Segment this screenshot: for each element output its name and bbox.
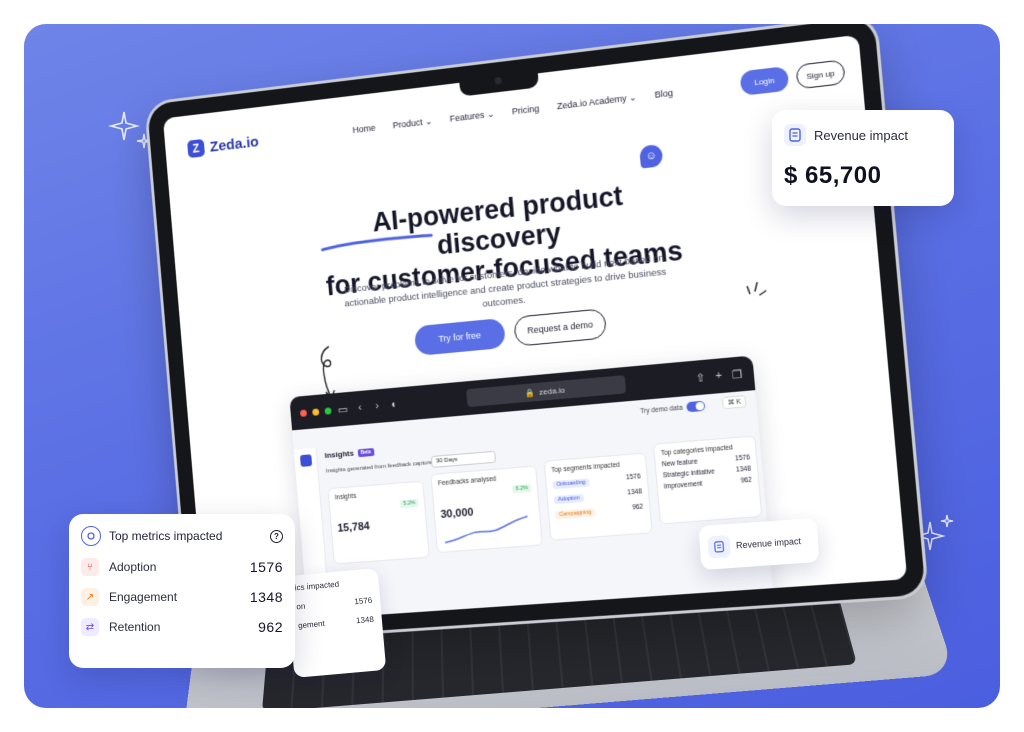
document-icon bbox=[784, 124, 806, 146]
insights-value: 15,784 bbox=[337, 520, 371, 535]
sidebar-toggle-icon[interactable]: ▭ bbox=[336, 402, 348, 416]
feedbacks-card[interactable]: Feedbacks analysed 6.2% 30,000 bbox=[430, 465, 543, 554]
metrics-title: Top metrics impacted bbox=[109, 529, 223, 543]
insights-card[interactable]: Insights 5.2% 15,784 bbox=[327, 480, 430, 565]
nav-item-home[interactable]: Home bbox=[352, 123, 376, 136]
url-text: zeda.io bbox=[538, 385, 566, 397]
tabs-icon[interactable]: ❐ bbox=[731, 367, 745, 381]
top-metrics-card: Top metrics impacted ? ⑂ Adoption 1576 ↗… bbox=[69, 514, 295, 668]
metrics-card-partial: ics impacted on 1576 gement 1348 bbox=[285, 568, 387, 678]
metric-row: ⑂ Adoption 1576 bbox=[81, 558, 283, 576]
partial-card-title: ics impacted bbox=[294, 579, 340, 593]
revenue-impact-card: Revenue impact $ 65,700 bbox=[772, 110, 954, 206]
share-icon[interactable]: ⇧ bbox=[694, 370, 707, 385]
address-bar[interactable]: 🔒 zeda.io bbox=[465, 375, 626, 408]
revenue-impact-mini-card: Revenue impact bbox=[698, 517, 820, 571]
try-free-button[interactable]: Try for free bbox=[413, 317, 506, 357]
metric-label: Retention bbox=[109, 620, 161, 634]
metrics-icon bbox=[81, 526, 101, 546]
repeat-icon: ⇄ bbox=[81, 618, 99, 636]
request-demo-button[interactable]: Request a demo bbox=[513, 308, 608, 347]
category-label: Strategic initiative bbox=[662, 468, 716, 480]
help-icon[interactable]: ? bbox=[270, 529, 283, 543]
forward-icon[interactable]: › bbox=[371, 400, 383, 413]
segments-card[interactable]: Top segments impacted Onboarding 1576 Ado… bbox=[543, 452, 653, 541]
insights-delta: 5.2% bbox=[400, 498, 419, 509]
metric-label: Adoption bbox=[109, 560, 157, 574]
shield-icon: ◐ bbox=[390, 398, 399, 411]
metric-value: 1576 bbox=[249, 559, 283, 575]
login-button[interactable]: Login bbox=[739, 65, 790, 96]
insights-subtitle: Insights generated from feedback capture… bbox=[325, 459, 442, 475]
revenue-value: $ 65,700 bbox=[784, 162, 882, 189]
metric-value: 962 bbox=[258, 619, 283, 635]
maximize-dot-icon[interactable] bbox=[324, 406, 332, 415]
partial-row-label: on bbox=[296, 601, 306, 612]
chatbot-icon[interactable]: ☺ bbox=[639, 143, 664, 169]
category-label: Improvement bbox=[663, 480, 703, 491]
site-nav: Home Product ⌄ Features ⌄ Pricing Zeda.i… bbox=[352, 88, 673, 136]
segment-label: Onboarding bbox=[552, 478, 590, 490]
branch-icon: ⑂ bbox=[81, 558, 99, 576]
beta-badge: Beta bbox=[357, 447, 375, 457]
segment-label: Adoption bbox=[553, 493, 584, 505]
segment-value: 1348 bbox=[627, 488, 643, 497]
nav-item-product[interactable]: Product ⌄ bbox=[392, 116, 433, 131]
hero-banner: Z Zeda.io Home Product ⌄ Features ⌄ Pric… bbox=[24, 24, 1000, 708]
segment-value: 962 bbox=[631, 503, 644, 512]
close-dot-icon[interactable] bbox=[299, 409, 308, 417]
nav-item-pricing[interactable]: Pricing bbox=[512, 103, 540, 117]
toggle-switch[interactable] bbox=[686, 400, 706, 413]
metric-value: 1348 bbox=[249, 589, 283, 605]
app-logo-icon bbox=[299, 454, 312, 467]
revenue-mini-label: Revenue impact bbox=[735, 536, 802, 551]
nav-item-academy[interactable]: Zeda.io Academy ⌄ bbox=[556, 92, 637, 112]
command-shortcut[interactable]: ⌘ K bbox=[722, 395, 747, 410]
insights-title-text: Insights bbox=[324, 448, 355, 460]
category-value: 1348 bbox=[735, 465, 752, 474]
metric-row: ⇄ Retention 962 bbox=[81, 618, 283, 636]
trend-icon: ↗ bbox=[81, 588, 99, 606]
sparkle-icon bbox=[916, 514, 956, 554]
signup-button[interactable]: Sign up bbox=[795, 59, 846, 90]
nav-item-blog[interactable]: Blog bbox=[654, 88, 673, 101]
back-icon[interactable]: ‹ bbox=[354, 401, 366, 414]
partial-row-label: gement bbox=[297, 619, 326, 631]
category-value: 962 bbox=[740, 476, 753, 485]
segment-value: 1576 bbox=[625, 473, 641, 482]
minimize-dot-icon[interactable] bbox=[312, 407, 320, 416]
logo-icon: Z bbox=[187, 138, 206, 159]
partial-row-value: 1576 bbox=[354, 595, 373, 607]
feedbacks-delta: 6.2% bbox=[512, 483, 532, 494]
insights-heading: Insights Beta bbox=[324, 447, 375, 460]
site-logo[interactable]: Z Zeda.io bbox=[187, 132, 260, 159]
categories-card[interactable]: Top categories impacted New feature 1576 … bbox=[652, 435, 763, 525]
partial-row-value: 1348 bbox=[355, 614, 375, 626]
category-value: 1576 bbox=[734, 454, 751, 463]
nav-item-features[interactable]: Features ⌄ bbox=[449, 109, 494, 125]
lock-icon: 🔒 bbox=[524, 387, 536, 398]
segment-label: Campaigning bbox=[554, 508, 596, 520]
document-icon bbox=[707, 535, 731, 559]
date-range-select[interactable]: 30 Days bbox=[430, 450, 497, 468]
metric-label: Engagement bbox=[109, 590, 178, 604]
demo-data-toggle[interactable]: Try demo data bbox=[639, 400, 706, 417]
new-tab-icon[interactable]: + bbox=[712, 369, 725, 383]
metric-row: ↗ Engagement 1348 bbox=[81, 588, 283, 606]
brand-name: Zeda.io bbox=[209, 132, 260, 156]
demo-toggle-label: Try demo data bbox=[639, 404, 683, 415]
emphasis-ticks-icon bbox=[746, 278, 768, 298]
revenue-label: Revenue impact bbox=[814, 127, 908, 143]
category-label: New feature bbox=[661, 458, 698, 469]
